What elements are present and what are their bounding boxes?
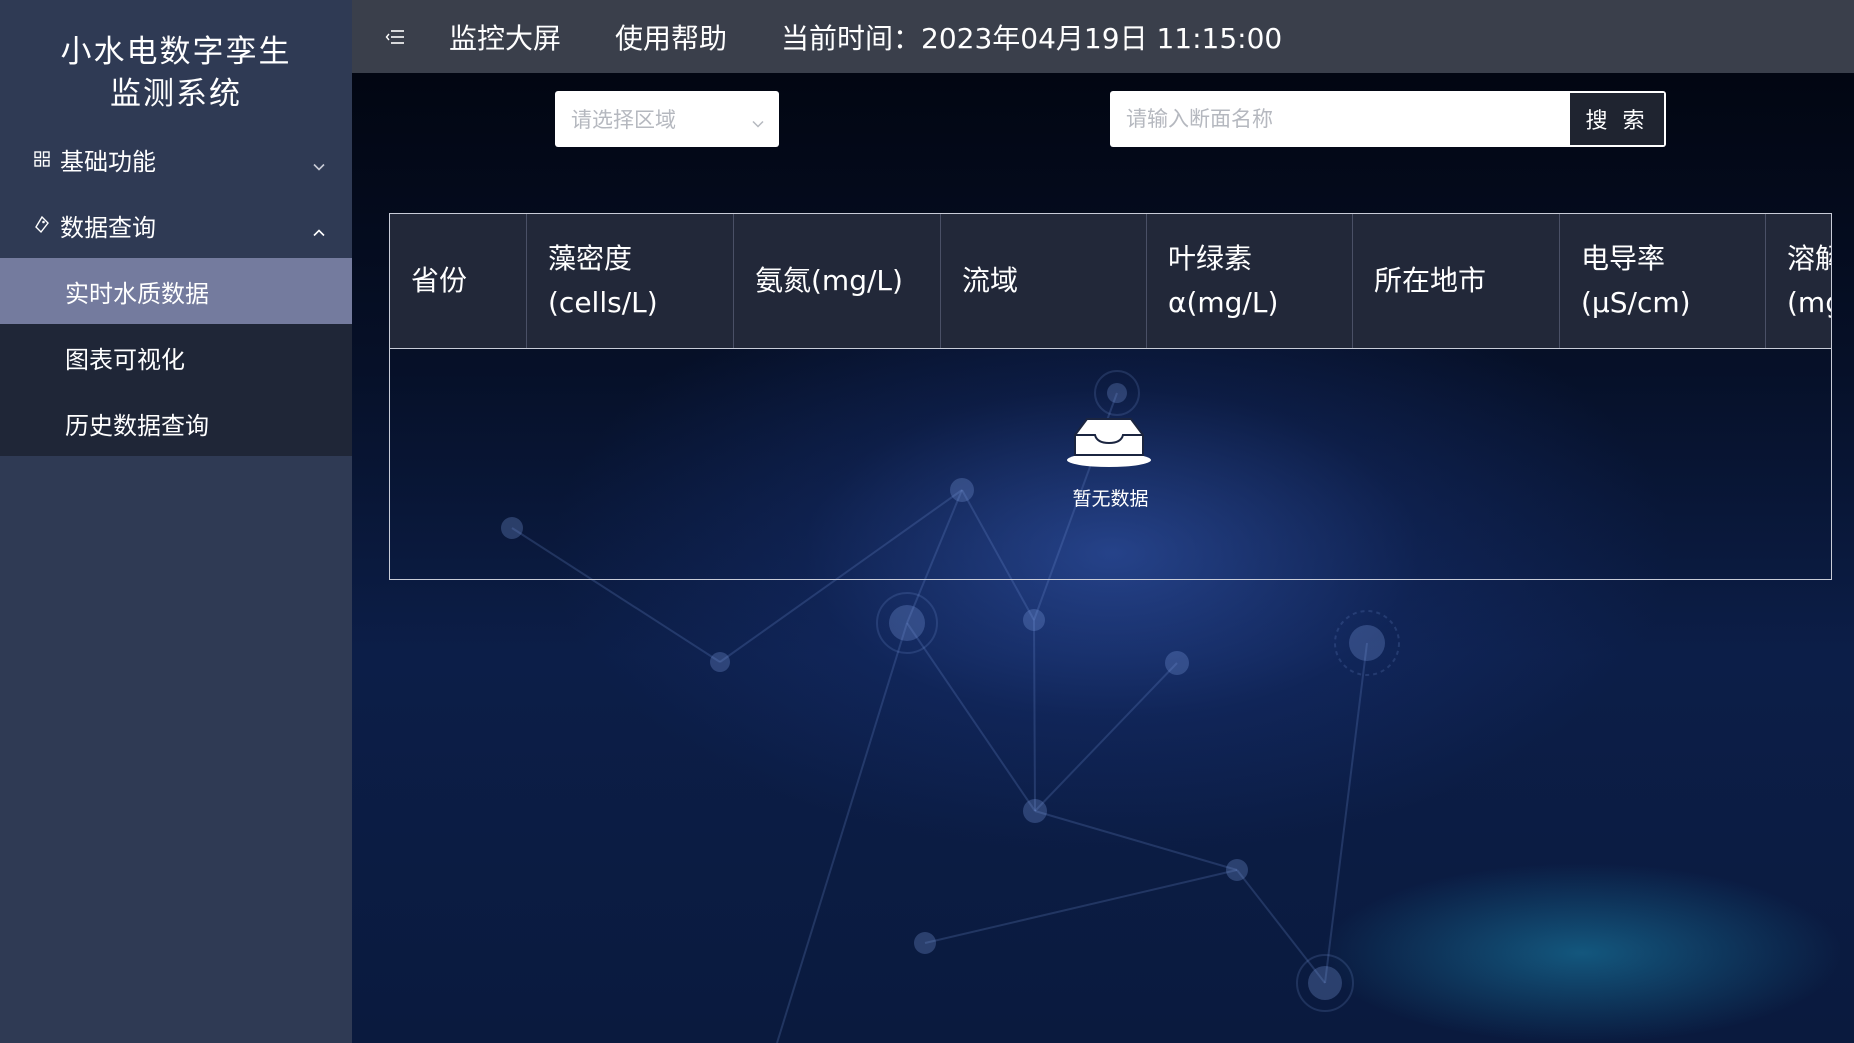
sidebar: 小水电数字孪生 监测系统 基础功能 数据查询 实时水质数据 图表可视化 历史数据… <box>0 0 352 1043</box>
column-header[interactable]: 叶绿素 α(mg/L) <box>1147 214 1353 348</box>
grid-icon <box>32 149 52 169</box>
section-name-input[interactable] <box>1110 91 1570 147</box>
app-title: 小水电数字孪生 监测系统 <box>0 0 352 126</box>
chevron-down-icon <box>751 112 765 128</box>
current-time-value: 2023年04月19日 11:15:00 <box>921 21 1283 55</box>
water-quality-table: 省份 藻密度 (cells/L) 氨氮(mg/L) 流域 叶绿素 α(mg/L) 所… <box>389 213 1832 580</box>
region-select[interactable]: 请选择区域 <box>555 91 779 147</box>
submenu-data-query: 实时水质数据 图表可视化 历史数据查询 <box>0 258 352 456</box>
menu-group-data-query[interactable]: 数据查询 <box>0 192 352 258</box>
empty-box-icon <box>1067 418 1151 467</box>
menu-item-label: 实时水质数据 <box>65 279 209 308</box>
nav-help[interactable]: 使用帮助 <box>615 17 727 57</box>
app-title-line1: 小水电数字孪生 <box>60 34 292 70</box>
table-header: 省份 藻密度 (cells/L) 氨氮(mg/L) 流域 叶绿素 α(mg/L) 所… <box>390 214 1831 348</box>
column-header[interactable]: 电导率 (μS/cm) <box>1560 214 1766 348</box>
column-header[interactable]: 氨氮(mg/L) <box>734 214 941 348</box>
chevron-up-icon <box>312 218 326 237</box>
section-search: 搜 索 <box>1110 91 1666 147</box>
search-button[interactable]: 搜 索 <box>1570 93 1664 145</box>
column-header[interactable]: 藻密度 (cells/L) <box>527 214 734 348</box>
region-select-placeholder: 请选择区域 <box>571 108 676 132</box>
menu-group-label: 数据查询 <box>60 213 156 242</box>
column-header[interactable]: 溶解(mg <box>1766 214 1831 348</box>
app-title-line2: 监测系统 <box>110 76 242 112</box>
chevron-down-icon <box>312 152 326 171</box>
table-empty-state: 暂无数据 <box>390 348 1831 579</box>
column-header[interactable]: 省份 <box>390 214 527 348</box>
current-time: 当前时间： 2023年04月19日 11:15:00 <box>781 17 1282 57</box>
menu-item-chart-visualization[interactable]: 图表可视化 <box>0 324 352 390</box>
menu-item-label: 历史数据查询 <box>65 411 209 440</box>
nav-monitor-screen[interactable]: 监控大屏 <box>449 17 561 57</box>
menu-group-label: 基础功能 <box>60 147 156 176</box>
column-header[interactable]: 流域 <box>941 214 1147 348</box>
collapse-menu-icon[interactable] <box>385 28 405 46</box>
tag-icon <box>32 215 52 235</box>
main-content: 请选择区域 搜 索 省份 藻密度(cells/L) 氨氮(mg/L) 流域 叶绿… <box>352 73 1854 1043</box>
column-header[interactable]: 所在地市 <box>1353 214 1560 348</box>
menu-item-realtime-water-quality[interactable]: 实时水质数据 <box>0 258 352 324</box>
top-bar: 监控大屏 使用帮助 当前时间： 2023年04月19日 11:15:00 <box>352 0 1854 73</box>
empty-text: 暂无数据 <box>1072 488 1149 510</box>
menu-item-label: 图表可视化 <box>65 345 185 374</box>
menu-group-basic-functions[interactable]: 基础功能 <box>0 126 352 192</box>
current-time-label: 当前时间： <box>781 21 922 55</box>
menu-item-history-query[interactable]: 历史数据查询 <box>0 390 352 456</box>
